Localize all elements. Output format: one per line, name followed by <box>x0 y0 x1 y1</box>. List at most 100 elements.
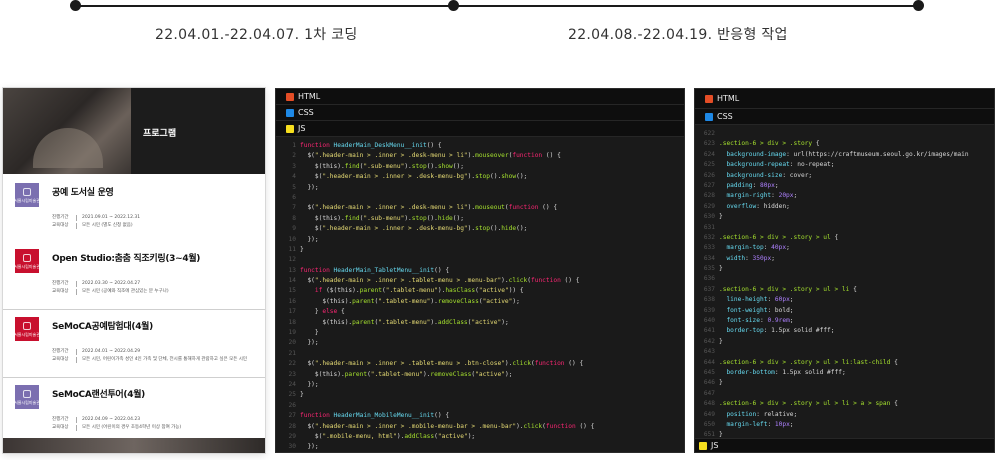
code-text: width: 350px; <box>726 254 775 262</box>
css-code-editor[interactable]: 622 623 .section-6 > div > .story {624 bac… <box>695 125 994 441</box>
tab-html[interactable]: HTML <box>276 89 684 105</box>
code-line: 626 background-size: cover; <box>695 171 994 181</box>
hero-title: 프로그램 <box>143 129 177 139</box>
code-text: padding: 80px; <box>726 181 779 189</box>
target-label: 교육대상 <box>52 425 69 430</box>
line-number: 25 <box>288 391 296 399</box>
code-text: line-height: 60px; <box>726 296 794 304</box>
program-title[interactable]: 공예 도서실 운영 <box>52 185 114 198</box>
code-line: 643 <box>695 347 994 357</box>
program-title[interactable]: SeMoCA랜선투어(4월) <box>52 387 145 400</box>
program-card[interactable]: 서울시립미술관 Open Studio:춤춤 직조키링(3~4월) 진행기간 2022… <box>3 242 265 310</box>
line-number: 27 <box>288 412 296 420</box>
js-code-panel: HTML CSS JS 1 function HeaderMain_DeskMen… <box>275 88 685 453</box>
program-card[interactable]: 서울시립미술관 공예 도서실 운영 진행기간 2021.09.01 ~ 2022.12… <box>3 176 265 244</box>
line-number: 22 <box>288 360 296 368</box>
code-line: 638 line-height: 60px; <box>695 295 994 305</box>
code-text: $(".header-main > .inner > .tablet-menu … <box>300 277 580 285</box>
code-line: 633 margin-top: 40px; <box>695 243 994 253</box>
code-line: 631 <box>695 223 994 233</box>
line-number: 11 <box>288 245 296 253</box>
line-number: 631 <box>703 223 715 231</box>
code-line: 27 function HeaderMain_MobileMenu__init()… <box>276 411 684 421</box>
code-line: 5 }); <box>276 183 684 193</box>
period-value: 2021.09.01 ~ 2022.12.31 <box>82 215 141 220</box>
code-line: 14 $(".header-main > .inner > .tablet-me… <box>276 276 684 286</box>
code-text: }); <box>300 339 319 347</box>
code-text: } <box>300 329 319 337</box>
code-text: }); <box>300 380 319 388</box>
code-text: margin-right: 20px; <box>726 192 798 200</box>
code-line: 13 function HeaderMain_TabletMenu__init()… <box>276 266 684 276</box>
code-text: $(this).find(".sub-menu").stop().show(); <box>300 162 464 170</box>
program-card[interactable]: 서울시립미술관 SeMoCA랜선투어(4월) 진행기간 2022.04.09 ~ 20… <box>3 378 265 446</box>
tab-css[interactable]: CSS <box>695 109 994 125</box>
code-line: 646} <box>695 378 994 388</box>
line-number: 650 <box>703 420 715 428</box>
hero-banner: 프로그램 <box>3 88 265 174</box>
line-number: 623 <box>703 140 715 148</box>
program-title[interactable]: Open Studio:춤춤 직조키링(3~4월) <box>52 251 200 264</box>
code-text: function HeaderMain_TabletMenu__init() { <box>300 266 450 274</box>
code-text: border-bottom: 1.5px solid #fff; <box>726 368 846 376</box>
period-label: 진행기간 <box>52 417 69 422</box>
tab-js[interactable]: JS <box>695 438 994 452</box>
line-number: 26 <box>288 401 296 409</box>
line-number: 626 <box>703 171 715 179</box>
code-line: 628 margin-right: 20px; <box>695 191 994 201</box>
code-line: 22 $(".header-main > .inner > .tablet-me… <box>276 359 684 369</box>
code-line: 642} <box>695 337 994 347</box>
period-value: 2022.04.01 ~ 2022.04.29 <box>82 349 141 354</box>
code-text: } <box>719 265 723 273</box>
js-code-editor[interactable]: 1 function HeaderMain_DeskMenu__init() {2… <box>276 137 684 452</box>
code-line: 19 } <box>276 328 684 338</box>
code-line: 11} <box>276 245 684 255</box>
code-line: 21 <box>276 349 684 359</box>
tab-html[interactable]: HTML <box>695 89 994 109</box>
target-label: 교육대상 <box>52 223 69 228</box>
code-text: $(".header-main > .inner > .desk-menu-bg… <box>300 225 528 233</box>
code-text: .section-6 > div > .story { <box>719 140 820 148</box>
museum-logo-icon: 서울시립미술관 <box>14 385 40 409</box>
code-line: 12 <box>276 255 684 265</box>
line-number: 29 <box>288 432 296 440</box>
code-text: .section-6 > div > .story > ul { <box>719 233 839 241</box>
line-number: 635 <box>703 265 715 273</box>
line-number: 19 <box>288 329 296 337</box>
line-number: 30 <box>288 443 296 451</box>
code-line: 16 $(this).parent(".tablet-menu").remove… <box>276 297 684 307</box>
code-text: }); <box>300 183 319 191</box>
program-card[interactable]: 서울시립미술관 SeMoCA공예탐험대(4월) 진행기간 2022.04.01 ~ 2… <box>3 310 265 378</box>
code-line: 7 $(".header-main > .inner > .desk-menu … <box>276 203 684 213</box>
line-number: 630 <box>703 213 715 221</box>
line-number: 625 <box>703 161 715 169</box>
code-line: 636 <box>695 274 994 284</box>
code-line: 26 <box>276 401 684 411</box>
line-number: 637 <box>703 285 715 293</box>
code-line: 639 font-weight: bold; <box>695 306 994 316</box>
code-line: 645 border-bottom: 1.5px solid #fff; <box>695 368 994 378</box>
code-text: }); <box>300 235 319 243</box>
line-number: 12 <box>288 256 296 264</box>
code-line: 9 $(".header-main > .inner > .desk-menu-… <box>276 224 684 234</box>
code-line: 10 }); <box>276 235 684 245</box>
code-text: font-weight: bold; <box>726 306 794 314</box>
tab-css[interactable]: CSS <box>276 105 684 121</box>
tab-js[interactable]: JS <box>276 121 684 137</box>
code-text: } <box>719 213 723 221</box>
target-label: 교육대상 <box>52 357 69 362</box>
program-meta: 진행기간 2022.03.30 ~ 2022.04.27 교육대상 모든 시민 (공예… <box>52 280 169 296</box>
program-title[interactable]: SeMoCA공예탐험대(4월) <box>52 319 153 332</box>
period-value: 2022.04.09 ~ 2022.04.23 <box>82 417 141 422</box>
timeline-label-phase-2: 22.04.08.-22.04.19. 반응형 작업 <box>568 27 788 43</box>
bottom-photo-strip <box>3 438 265 453</box>
line-number: 628 <box>703 192 715 200</box>
line-number: 7 <box>292 204 296 212</box>
line-number: 634 <box>703 254 715 262</box>
code-text: $(".header-main > .inner > .desk-menu > … <box>300 204 558 212</box>
code-line: 20 }); <box>276 338 684 348</box>
museum-logo-icon: 서울시립미술관 <box>14 317 40 341</box>
code-line: 29 $(".mobile-menu, html").addClass("act… <box>276 432 684 442</box>
code-text: $(".mobile-menu, html").addClass("active… <box>300 432 476 440</box>
line-number: 16 <box>288 297 296 305</box>
